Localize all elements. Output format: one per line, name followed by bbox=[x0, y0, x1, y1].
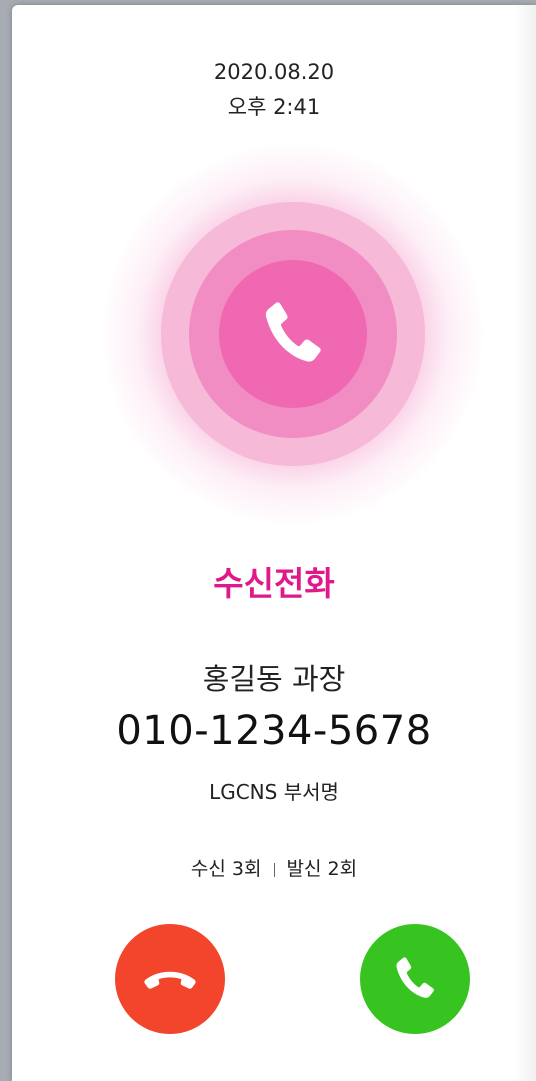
accept-call-button[interactable] bbox=[360, 924, 470, 1034]
caller-department: LGCNS 부서명 bbox=[209, 780, 339, 804]
caller-phone-number: 010-1234-5678 bbox=[116, 708, 432, 754]
decline-call-button[interactable] bbox=[115, 924, 225, 1034]
phone-icon bbox=[396, 957, 434, 998]
phone-icon bbox=[265, 302, 321, 362]
incoming-call-panel: 2020.08.20 오후 2:41 수신전화 홍길동 과장 010-1234-… bbox=[12, 5, 536, 1081]
call-status-title: 수신전화 bbox=[213, 564, 335, 603]
incoming-count: 수신 3회 bbox=[190, 858, 262, 880]
call-date: 2020.08.20 bbox=[213, 60, 335, 84]
caller-name: 홍길동 과장 bbox=[202, 662, 346, 696]
stats-divider bbox=[273, 862, 275, 877]
outgoing-count: 발신 2회 bbox=[286, 858, 358, 880]
call-history-stats: 수신 3회 발신 2회 bbox=[12, 854, 536, 881]
call-time: 오후 2:41 bbox=[227, 95, 321, 119]
hang-up-phone-icon bbox=[144, 971, 196, 989]
